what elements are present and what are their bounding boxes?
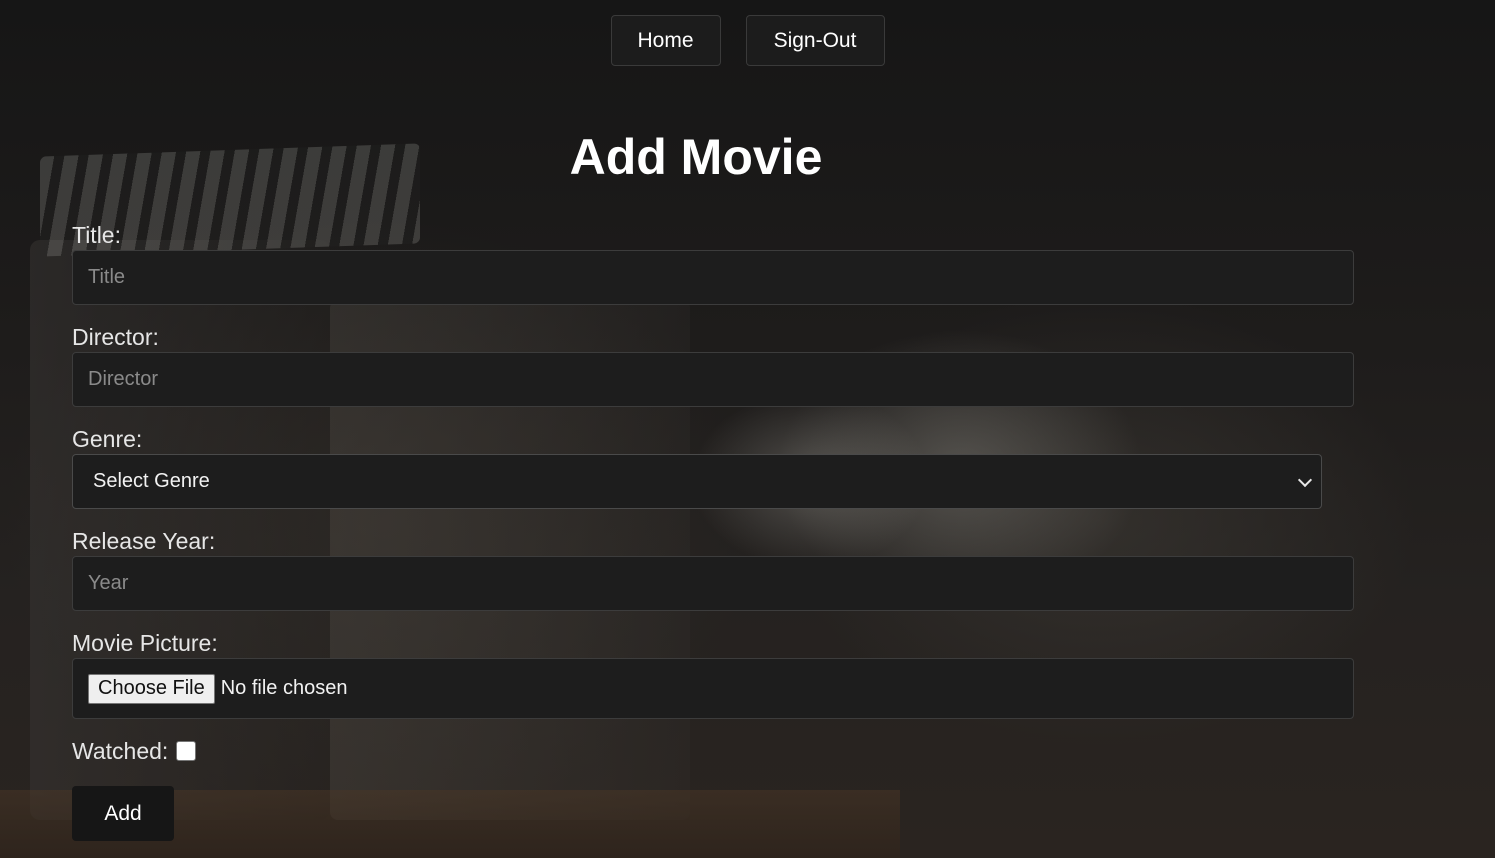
director-input[interactable]: [72, 352, 1354, 407]
file-status-text: No file chosen: [220, 677, 348, 699]
top-nav: Home Sign-Out: [0, 15, 1495, 66]
release-year-input[interactable]: [72, 556, 1354, 611]
movie-picture-file-input: Choose File No file chosen: [72, 658, 1354, 719]
watched-label: Watched:: [72, 738, 169, 764]
title-input[interactable]: [72, 250, 1354, 305]
add-movie-form: Title: Director: Genre: Select Genre Rel…: [72, 220, 1354, 841]
genre-select[interactable]: Select Genre: [72, 454, 1322, 509]
director-label: Director:: [72, 324, 159, 350]
watched-checkbox[interactable]: [176, 741, 197, 761]
movie-picture-label: Movie Picture:: [72, 630, 218, 656]
choose-file-button[interactable]: Choose File: [88, 673, 215, 704]
sign-out-button[interactable]: Sign-Out: [745, 15, 885, 66]
page-title: Add Movie: [569, 129, 823, 185]
genre-label: Genre:: [72, 426, 143, 452]
home-button[interactable]: Home: [610, 15, 721, 66]
add-button[interactable]: Add: [72, 786, 174, 841]
title-label: Title:: [72, 222, 121, 248]
genre-select-value: Select Genre: [72, 454, 1322, 509]
watched-row: Watched:: [72, 736, 1354, 766]
release-year-label: Release Year:: [72, 528, 216, 554]
